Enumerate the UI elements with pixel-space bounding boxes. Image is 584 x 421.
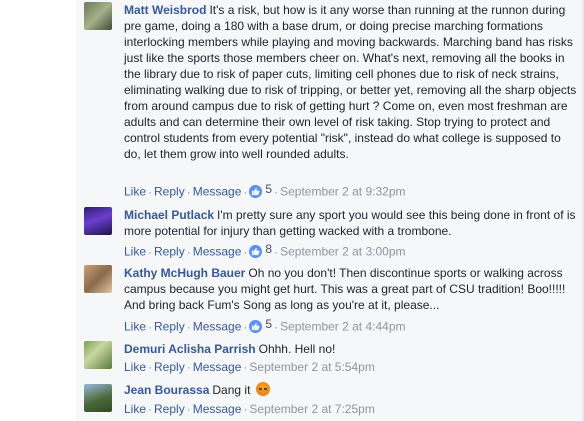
like-count[interactable]: 5	[249, 181, 272, 198]
avatar[interactable]	[84, 2, 112, 30]
avatar[interactable]	[84, 341, 112, 369]
comment-text: Dang it	[212, 383, 251, 397]
message-link[interactable]: Message	[193, 320, 242, 334]
comment-timestamp[interactable]: September 2 at 4:44pm	[280, 320, 405, 334]
comment-author[interactable]: Michael Putlack	[124, 208, 214, 222]
message-link[interactable]: Message	[193, 402, 242, 416]
comment-body: Jean Bourassa Dang it	[124, 382, 580, 398]
reply-link[interactable]: Reply	[154, 402, 185, 416]
reply-link[interactable]: Reply	[154, 360, 185, 374]
like-count[interactable]: 5	[249, 316, 272, 333]
comment-author[interactable]: Matt Weisbrod	[124, 3, 206, 17]
like-link[interactable]: Like	[124, 245, 146, 259]
reply-link[interactable]: Reply	[154, 320, 185, 334]
comment-text: Ohhh. Hell no!	[258, 342, 336, 356]
message-link[interactable]: Message	[193, 360, 242, 374]
comment-text: It's a risk, but how is it any worse tha…	[124, 3, 577, 161]
reply-link[interactable]: Reply	[154, 245, 185, 259]
reply-link[interactable]: Reply	[154, 185, 185, 199]
comment-author[interactable]: Demuri Aclisha Parrish	[124, 342, 256, 356]
like-link[interactable]: Like	[124, 360, 146, 374]
comment-actions: Like · Reply · Message · September 2 at 5:54pm	[124, 360, 375, 374]
angry-face-icon	[255, 382, 270, 396]
comment-timestamp[interactable]: September 2 at 5:54pm	[249, 360, 374, 374]
comment-body: Demuri Aclisha Parrish Ohhh. Hell no!	[124, 341, 580, 357]
comment-actions: Like · Reply · Message · 5 · September 2 at 4:44…	[124, 316, 406, 334]
comment-actions: Like · Reply · Message · 5 · September 2 at 9:32…	[124, 181, 406, 199]
comment-author[interactable]: Kathy McHugh Bauer	[124, 266, 245, 280]
like-count[interactable]: 8	[249, 241, 272, 258]
avatar[interactable]	[84, 265, 112, 293]
message-link[interactable]: Message	[193, 245, 242, 259]
like-link[interactable]: Like	[124, 402, 146, 416]
comment-author[interactable]: Jean Bourassa	[124, 383, 209, 397]
comment-timestamp[interactable]: September 2 at 3:00pm	[280, 245, 405, 259]
like-link[interactable]: Like	[124, 320, 146, 334]
comment-body: Kathy McHugh Bauer Oh no you don't! Then …	[124, 265, 580, 313]
avatar[interactable]	[84, 207, 112, 235]
avatar[interactable]	[84, 384, 112, 412]
comment-timestamp[interactable]: September 2 at 7:25pm	[249, 402, 374, 416]
comment-body: Michael Putlack I'm pretty sure any sport…	[124, 207, 580, 239]
comment-body: Matt Weisbrod It's a risk, but how is it …	[124, 2, 580, 162]
comment-actions: Like · Reply · Message · September 2 at 7:25pm	[124, 402, 375, 416]
thumbs-up-icon	[249, 244, 263, 258]
like-link[interactable]: Like	[124, 185, 146, 199]
thumbs-up-icon	[249, 319, 263, 333]
thumbs-up-icon	[249, 184, 263, 198]
comment-actions: Like · Reply · Message · 8 · September 2 at 3:00…	[124, 241, 406, 259]
message-link[interactable]: Message	[193, 185, 242, 199]
comment-timestamp[interactable]: September 2 at 9:32pm	[280, 185, 405, 199]
